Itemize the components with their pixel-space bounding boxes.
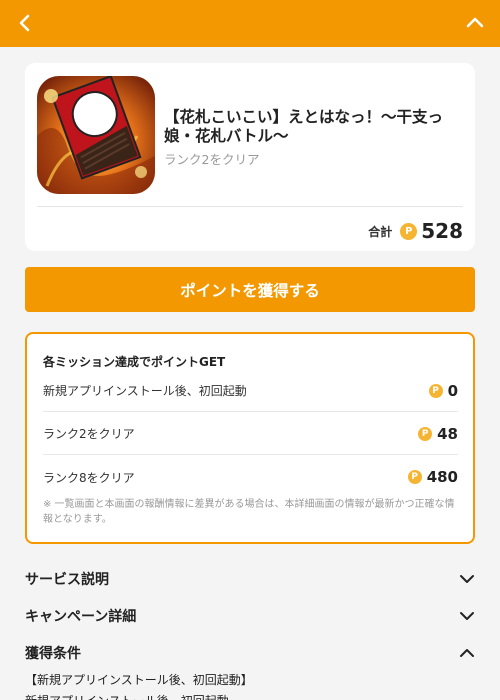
mission-points: 48 xyxy=(437,424,458,443)
section-acquisition-conditions[interactable]: 獲得条件 xyxy=(25,641,475,665)
chevron-left-icon[interactable] xyxy=(14,12,36,34)
mission-row: ランク2をクリア P 48 xyxy=(43,413,458,455)
mission-row: ランク8をクリア P 480 xyxy=(43,456,458,498)
section-title: 獲得条件 xyxy=(25,646,81,662)
section-title: キャンペーン詳細 xyxy=(25,609,137,625)
mission-row: 新規アプリインストール後、初回起動 P 0 xyxy=(43,370,458,412)
top-bar xyxy=(0,0,500,47)
divider xyxy=(37,206,463,207)
chevron-up-icon xyxy=(460,649,474,657)
point-coin-icon: P xyxy=(407,470,422,484)
get-points-button[interactable]: ポイントを獲得する xyxy=(25,267,475,312)
point-coin-icon: P xyxy=(418,426,433,441)
app-subtitle: ランク2をクリア xyxy=(164,152,260,167)
mission-label: ランク8をクリア xyxy=(43,470,135,485)
section-campaign-details[interactable]: キャンペーン詳細 xyxy=(25,604,475,628)
chevron-up-icon[interactable] xyxy=(464,12,486,34)
condition-heading: 【新規アプリインストール後、初回起動】 xyxy=(25,673,253,687)
chevron-down-icon xyxy=(460,612,474,620)
chevron-down-icon xyxy=(460,575,474,583)
mission-label: 新規アプリインストール後、初回起動 xyxy=(43,384,247,398)
mission-points: 480 xyxy=(426,468,458,486)
point-coin-icon: P xyxy=(428,383,443,398)
missions-box: 各ミッション達成でポイントGET 新規アプリインストール後、初回起動 P 0 ラ… xyxy=(25,332,475,544)
total-points: 合計 P 528 xyxy=(368,218,463,244)
mission-label: ランク2をクリア xyxy=(43,427,135,441)
app-icon[interactable] xyxy=(37,76,155,194)
section-service-description[interactable]: サービス説明 xyxy=(25,567,475,591)
missions-note: ※ 一覧画面と本画面の報酬情報に差異がある場合は、本詳細画面の情報が最新かつ正確… xyxy=(43,499,455,525)
app-card: 【花札こいこい】えとはなっ！〜干支っ娘・花札バトル〜 ランク2をクリア 合計 P… xyxy=(25,63,475,251)
app-title: 【花札こいこい】えとはなっ！〜干支っ娘・花札バトル〜 xyxy=(164,108,444,145)
total-label: 合計 xyxy=(368,224,393,239)
mission-points: 0 xyxy=(447,381,458,400)
point-coin-icon: P xyxy=(400,222,418,240)
missions-heading: 各ミッション達成でポイントGET xyxy=(43,355,226,369)
section-title: サービス説明 xyxy=(25,572,109,588)
total-value: 528 xyxy=(421,219,463,243)
condition-text: 新規アプリインストール後、初回起動 xyxy=(25,692,229,700)
